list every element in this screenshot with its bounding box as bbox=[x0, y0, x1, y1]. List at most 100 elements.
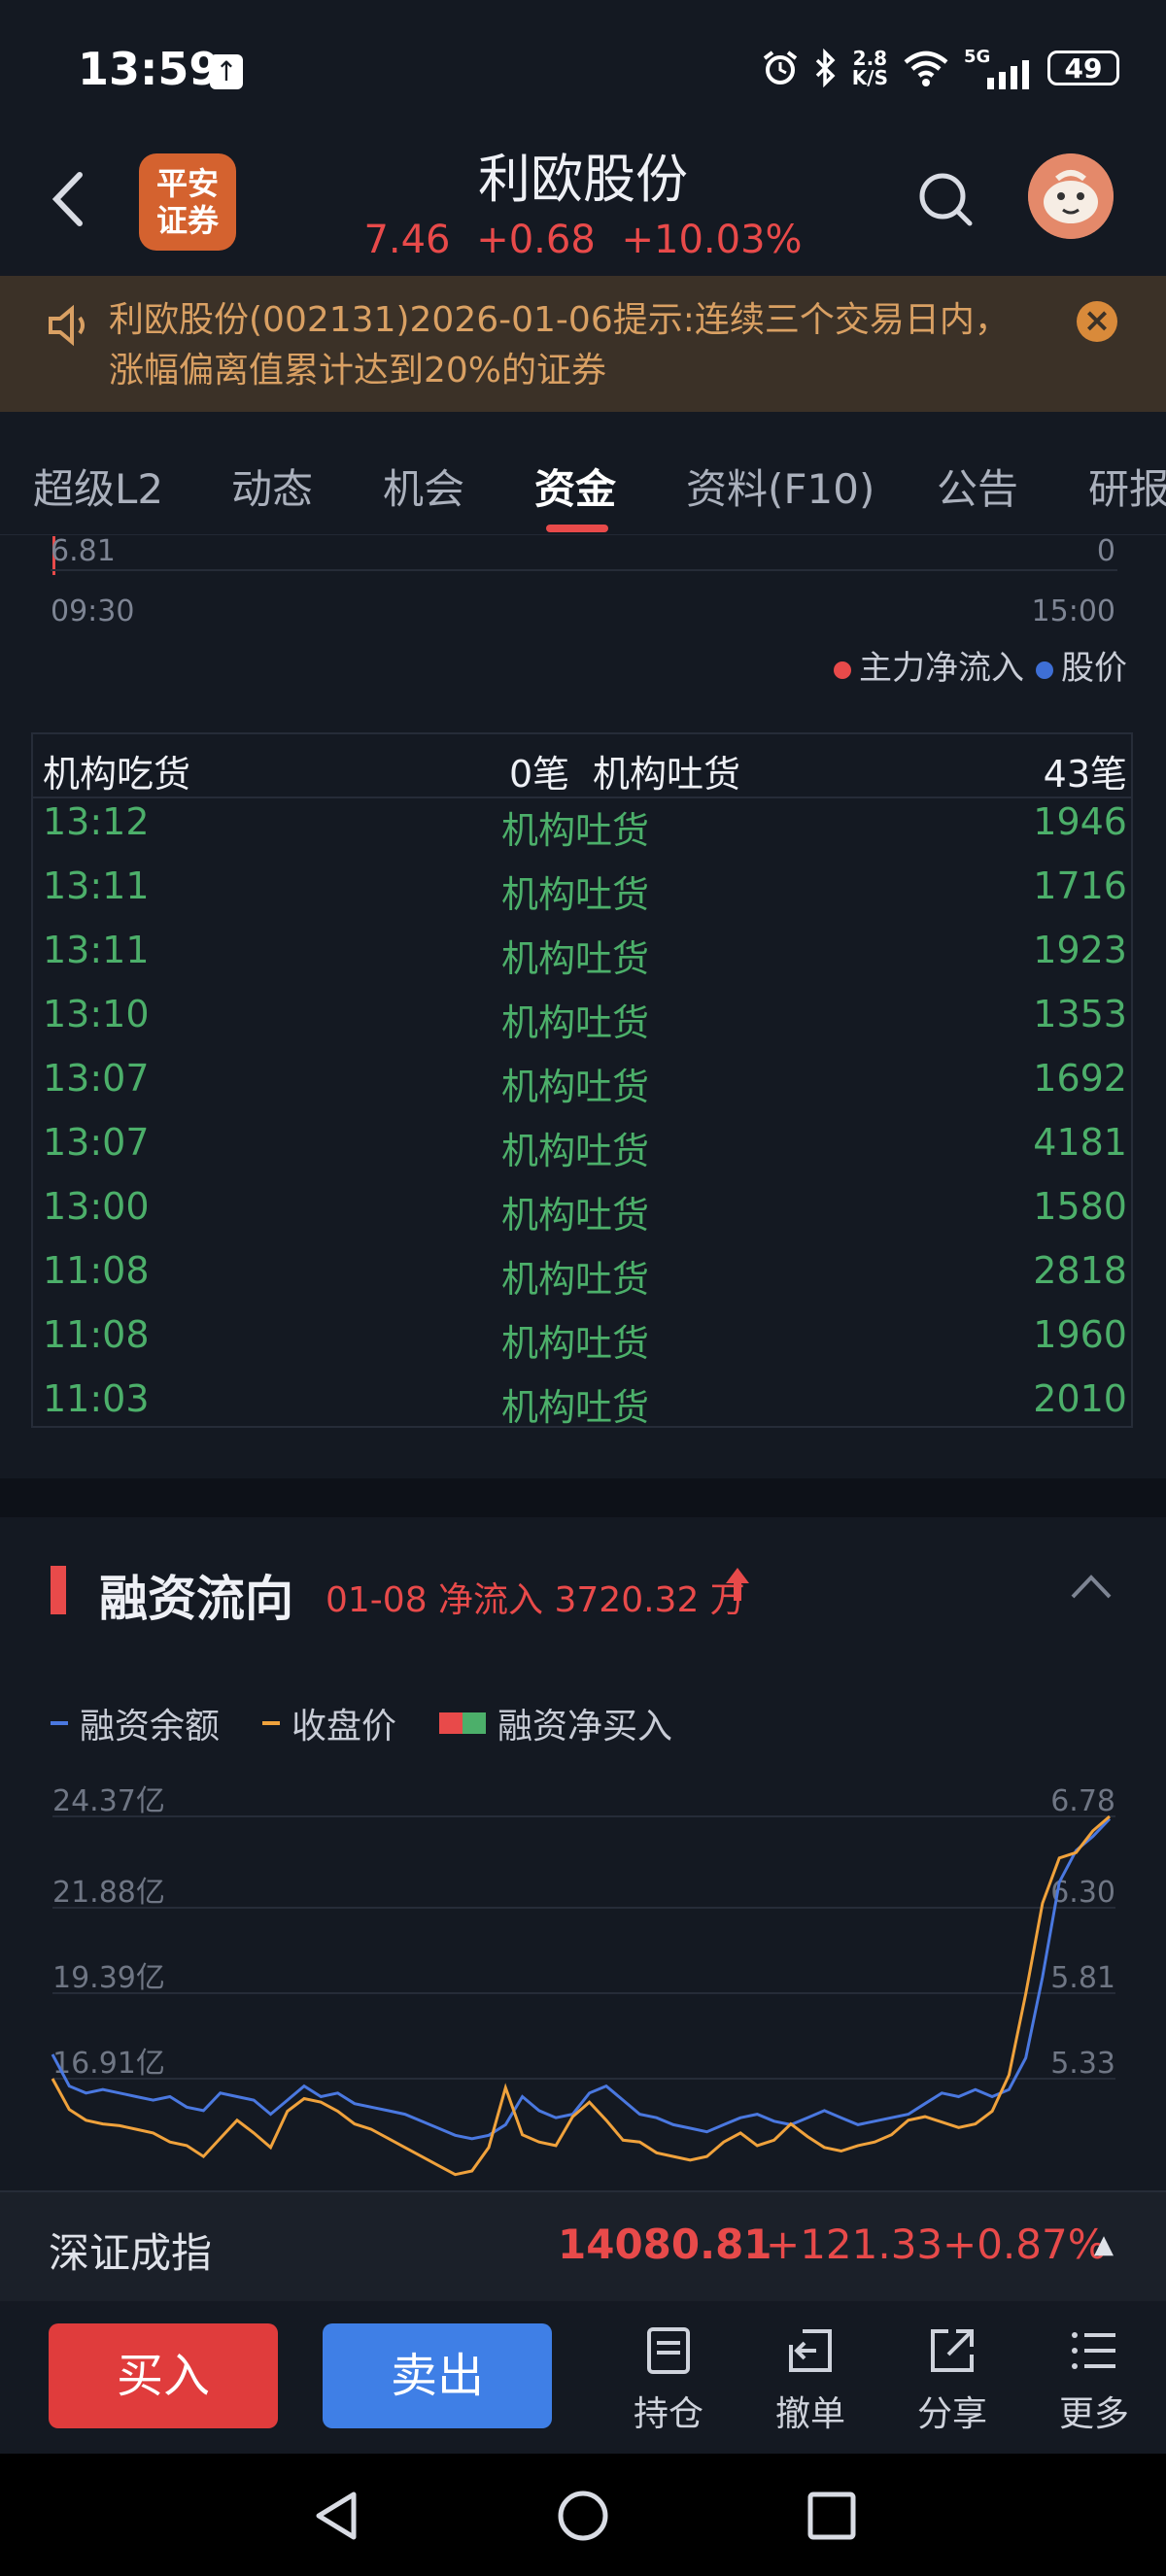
tab-profile-f10[interactable]: 资料(F10) bbox=[686, 457, 874, 516]
series-close-price bbox=[51, 1814, 1111, 2177]
row-type: 机构吐货 bbox=[501, 937, 650, 980]
tab-capital[interactable]: 资金 bbox=[534, 457, 616, 516]
row-type: 机构吐货 bbox=[501, 1130, 650, 1172]
broker-logo[interactable]: 平安 证券 bbox=[139, 153, 236, 251]
row-type: 机构吐货 bbox=[501, 1194, 650, 1237]
close-icon[interactable]: × bbox=[1077, 301, 1117, 342]
margin-legend: 融资余额 收盘价 融资净买入 bbox=[51, 1698, 672, 1748]
flow-chart-x-end: 15:00 bbox=[1031, 594, 1115, 628]
positions-button[interactable]: 持仓 bbox=[610, 2323, 727, 2436]
row-type: 机构吐货 bbox=[501, 1322, 650, 1365]
nav-back-icon[interactable] bbox=[309, 2489, 363, 2543]
nav-recents-icon[interactable] bbox=[805, 2489, 859, 2543]
row-type: 机构吐货 bbox=[501, 1066, 650, 1108]
speaker-icon bbox=[45, 301, 93, 350]
section-divider bbox=[0, 1478, 1166, 1517]
stock-change: +0.68 bbox=[476, 218, 596, 262]
row-volume: 4181 bbox=[1033, 1121, 1127, 1164]
legend-close: 收盘价 bbox=[262, 1698, 396, 1748]
row-time: 11:08 bbox=[43, 1313, 150, 1356]
chevron-left-icon bbox=[51, 172, 83, 226]
y-left-tick: 24.37亿 bbox=[52, 1784, 165, 1818]
row-volume: 1716 bbox=[1033, 864, 1127, 907]
row-time: 13:11 bbox=[43, 929, 150, 971]
tab-news[interactable]: 动态 bbox=[231, 457, 313, 516]
sell-button[interactable]: 卖出 bbox=[323, 2323, 552, 2428]
menu-icon bbox=[1072, 2332, 1115, 2369]
row-time: 11:03 bbox=[43, 1377, 150, 1420]
inst-buy-label: 机构吃货 bbox=[43, 753, 191, 796]
positions-label: 持仓 bbox=[633, 2394, 703, 2434]
flow-chart-legend: 主力净流入 股价 bbox=[834, 641, 1127, 689]
y-right-tick: 5.81 bbox=[1050, 1961, 1115, 1995]
legend-net-buy: 融资净买入 bbox=[439, 1698, 672, 1748]
avatar[interactable] bbox=[1028, 153, 1114, 239]
row-volume: 1692 bbox=[1033, 1057, 1127, 1100]
tab-research[interactable]: 研报 bbox=[1088, 457, 1166, 516]
y-left-tick: 21.88亿 bbox=[52, 1876, 165, 1910]
flow-chart-y-min: 6.81 bbox=[51, 534, 116, 568]
legend-price: 股价 bbox=[1036, 641, 1127, 689]
chevron-up-icon[interactable] bbox=[1069, 1572, 1114, 1601]
share-button[interactable]: 分享 bbox=[894, 2323, 1011, 2436]
wifi-icon bbox=[904, 51, 948, 86]
broker-logo-line1: 平安 bbox=[155, 165, 219, 202]
legend-price-label: 股价 bbox=[1061, 649, 1127, 688]
document-icon bbox=[647, 2327, 690, 2374]
battery-icon: 49 bbox=[1047, 51, 1119, 85]
row-time: 13:11 bbox=[43, 864, 150, 907]
tab-opportunity[interactable]: 机会 bbox=[383, 457, 464, 516]
status-time: 13:59 bbox=[78, 43, 221, 95]
y-left-tick: 19.39亿 bbox=[52, 1961, 165, 1995]
y-right-tick: 5.33 bbox=[1050, 2047, 1115, 2081]
net-speed-value: 2.8 bbox=[852, 47, 888, 70]
row-time: 13:00 bbox=[43, 1185, 150, 1228]
share-label: 分享 bbox=[916, 2394, 987, 2434]
signal-bars-icon bbox=[987, 60, 1029, 89]
search-button[interactable] bbox=[917, 171, 976, 229]
inst-sell-label: 机构吐货 bbox=[593, 753, 741, 796]
series-financing-balance bbox=[51, 1817, 1112, 2141]
stock-change-pct: +10.03% bbox=[621, 218, 803, 262]
index-change: +121.33 bbox=[766, 2220, 943, 2268]
quote-line: 7.46 +0.68 +10.03% bbox=[292, 218, 874, 262]
alarm-icon bbox=[763, 51, 797, 85]
net-speed-unit: K/S bbox=[851, 66, 888, 89]
buy-button[interactable]: 买入 bbox=[49, 2323, 278, 2428]
flow-chart-baseline bbox=[51, 569, 1117, 571]
flow-chart-x-start: 09:30 bbox=[51, 594, 135, 628]
row-type: 机构吐货 bbox=[501, 873, 650, 916]
margin-chart: 24.37亿 6.78 21.88亿 6.30 19.39亿 5.81 16.91亿 5.33 bbox=[0, 1778, 1166, 2190]
tab-announcements[interactable]: 公告 bbox=[937, 457, 1018, 516]
caret-up-icon[interactable]: ▲ bbox=[1094, 2230, 1114, 2259]
margin-net-inflow: 01-08 净流入 3720.32 万 bbox=[326, 1580, 745, 1620]
institution-table-header bbox=[33, 734, 1131, 798]
row-time: 13:07 bbox=[43, 1057, 150, 1100]
legend-net-buy-label: 融资净买入 bbox=[497, 1707, 673, 1746]
y-right-tick: 6.78 bbox=[1050, 1784, 1115, 1818]
cancel-order-button[interactable]: 撤单 bbox=[752, 2323, 869, 2436]
row-volume: 2818 bbox=[1033, 1249, 1127, 1292]
row-time: 13:10 bbox=[43, 993, 150, 1035]
index-change-pct: +0.87% bbox=[943, 2220, 1107, 2268]
more-label: 更多 bbox=[1058, 2394, 1129, 2434]
cancel-order-label: 撤单 bbox=[774, 2394, 845, 2434]
net-speed: 2.8 K/S bbox=[852, 49, 888, 87]
more-button[interactable]: 更多 bbox=[1036, 2323, 1152, 2436]
stock-price: 7.46 bbox=[363, 218, 451, 262]
nav-home-icon[interactable] bbox=[556, 2489, 610, 2543]
legend-balance-label: 融资余额 bbox=[80, 1707, 221, 1746]
row-type: 机构吐货 bbox=[501, 809, 650, 852]
row-volume: 2010 bbox=[1033, 1377, 1127, 1420]
row-type: 机构吐货 bbox=[501, 1001, 650, 1044]
notice-text: 利欧股份(002131)2026-01-06提示:连续三个交易日内，涨幅偏离值累… bbox=[109, 300, 1010, 390]
row-time: 13:07 bbox=[43, 1121, 150, 1164]
row-type: 机构吐货 bbox=[501, 1258, 650, 1301]
stock-name: 利欧股份 bbox=[478, 149, 688, 210]
arrow-up-icon bbox=[724, 1566, 751, 1611]
broker-logo-line2: 证券 bbox=[155, 202, 219, 239]
row-time: 13:12 bbox=[43, 800, 150, 843]
back-button[interactable] bbox=[47, 165, 95, 233]
tab-super-l2[interactable]: 超级L2 bbox=[33, 457, 163, 516]
mascot-avatar-icon bbox=[1028, 153, 1114, 239]
